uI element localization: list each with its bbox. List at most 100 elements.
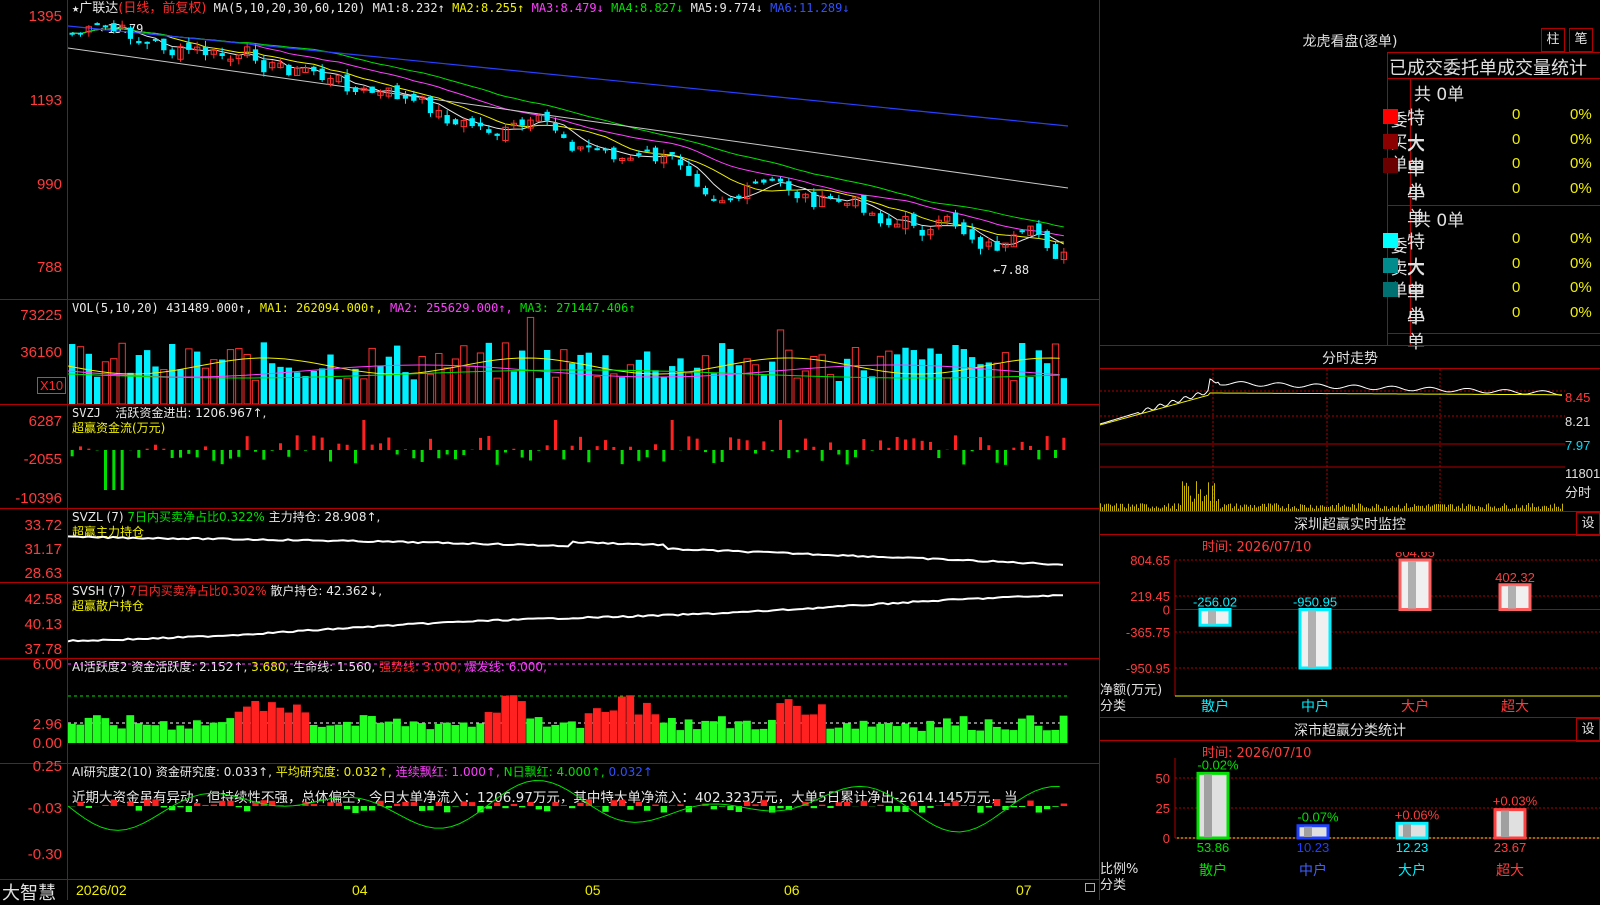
monitor-panel[interactable]: 深圳超赢实时监控 设 时间: 2026/07/10 净额(万元) 分类 804.… xyxy=(1100,512,1600,717)
tick-mode-button[interactable]: 笔 xyxy=(1569,28,1593,52)
svzl-panel[interactable]: SVZL (7) 7日内买卖净占比0.322% 主力持仓: 28.908↑, 超… xyxy=(0,509,1099,582)
vol-bar xyxy=(836,381,842,404)
vol-bar xyxy=(269,363,275,404)
ai-active-bar xyxy=(585,713,593,743)
ai-active-bar xyxy=(651,714,659,743)
sell-row-count: 0 xyxy=(1512,279,1520,296)
vol-bar xyxy=(77,347,83,404)
svsh-chart[interactable] xyxy=(68,583,1099,658)
intraday-vol-max: 11801 xyxy=(1565,466,1600,481)
intraday-panel[interactable]: 分时走势 8.45 8.21 7.97 11801 分时 xyxy=(1100,346,1600,511)
svzj-bar xyxy=(1004,450,1007,465)
svzj-bar xyxy=(979,437,982,450)
lock-icon[interactable] xyxy=(1085,883,1095,892)
svzl-chart[interactable] xyxy=(68,509,1099,582)
svzj-chart[interactable] xyxy=(68,405,1099,508)
candle-body xyxy=(736,196,741,199)
ai-active-panel[interactable]: AI活跃度2 资金活跃度: 2.152↑, 3.680, 生命线: 1.560,… xyxy=(0,659,1099,763)
candle-body xyxy=(786,181,791,190)
ai-active-bar xyxy=(593,708,601,743)
vol-bar xyxy=(652,370,658,404)
ai-active-bar xyxy=(126,715,134,743)
ai-active-bar xyxy=(451,725,459,743)
svzj-bar xyxy=(179,450,182,458)
monitor-axis-label: -365.75 xyxy=(1126,625,1170,640)
classify-panel[interactable]: 深市超赢分类统计 设 时间: 2026/07/10 比例% 分类 7550250… xyxy=(1100,718,1600,900)
candlestick-chart[interactable] xyxy=(68,18,1099,299)
vol-bar xyxy=(969,357,975,404)
date-axis-label: 04 xyxy=(352,882,368,898)
ai-active-chart[interactable] xyxy=(68,659,1099,763)
ai-active-bar xyxy=(918,731,926,743)
intraday-vol-bar xyxy=(1352,504,1353,511)
ai-active-bar xyxy=(835,728,843,743)
vol-bar xyxy=(694,368,700,404)
ai-active-bar xyxy=(226,718,234,743)
intraday-vol-bar xyxy=(1108,504,1109,511)
period-label: (日线，前复权) xyxy=(118,1,206,16)
intraday-chart[interactable] xyxy=(1100,369,1565,511)
candle-body xyxy=(370,87,375,93)
volume-chart[interactable] xyxy=(68,316,1099,404)
intraday-vol-bar xyxy=(1488,503,1489,511)
bar-mode-button[interactable]: 柱 xyxy=(1541,28,1565,52)
research-bar xyxy=(369,806,375,811)
vol-bar xyxy=(369,348,375,404)
svsh-panel[interactable]: SVSH (7) 7日内买卖净占比0.302% 散户持仓: 42.362↓, 超… xyxy=(0,583,1099,658)
monitor-category-label: 超大 xyxy=(1501,698,1529,714)
research-bar xyxy=(894,806,900,812)
research-bar xyxy=(1061,804,1067,806)
classify-chart[interactable]: 7550250-0.02%53.86散户-0.07%10.23中户+0.06%1… xyxy=(1100,758,1600,900)
intraday-vol-bar xyxy=(1532,503,1533,511)
research-bar xyxy=(669,805,675,806)
svzj-bar xyxy=(71,450,74,456)
svzj-bar xyxy=(329,450,332,461)
intraday-vol-bar xyxy=(1554,504,1555,511)
intraday-vol-bar xyxy=(1144,504,1145,511)
monitor-settings-button[interactable]: 设 xyxy=(1576,512,1600,536)
lhb-panel[interactable]: 龙虎看盘(逐单) 柱 笔 已成交委托单成交量统计 委买单 委卖单 共 0单 共 … xyxy=(1100,0,1600,345)
ai-research-chart[interactable] xyxy=(68,764,1099,879)
research-bar xyxy=(386,806,392,808)
svzj-panel[interactable]: SVZJ 活跃资金进出: 1206.967↑, 超赢资金流(万元) 6287 -… xyxy=(0,405,1099,508)
svzj-bar xyxy=(987,445,990,450)
research-bar xyxy=(186,806,192,812)
ai-active-bar xyxy=(301,712,309,743)
price-axis-label: 1395 xyxy=(0,8,62,25)
price-axis-label: 990 xyxy=(0,176,62,193)
classify-bar-shade xyxy=(1501,811,1509,837)
research-bar xyxy=(419,806,425,811)
ai-active-bar xyxy=(510,695,518,743)
svzj-bar xyxy=(487,436,490,450)
svzj-bar xyxy=(237,450,240,457)
intraday-vol-bar xyxy=(1218,499,1219,511)
ma4-label: MA4: xyxy=(611,1,640,15)
candle-body xyxy=(320,69,325,80)
svzl-axis-label: 33.72 xyxy=(0,517,62,534)
vol-bar xyxy=(552,377,558,404)
svzj-bar xyxy=(971,450,974,451)
svzj-bar xyxy=(146,449,149,450)
intraday-vol-bar xyxy=(1146,504,1147,511)
svzj-bar xyxy=(729,437,732,450)
svzj-bar xyxy=(812,447,815,450)
candle-body xyxy=(695,174,700,187)
svzj-bar xyxy=(187,450,190,454)
price-panel[interactable]: ★广联达(日线，前复权) MA(5,10,20,30,60,120) MA1:8… xyxy=(0,0,1099,299)
ai-research-panel[interactable]: AI研究度2(10) 资金研究度: 0.033↑, 平均研究度: 0.032↑,… xyxy=(0,764,1099,879)
research-bar xyxy=(452,806,458,807)
research-bar xyxy=(719,806,725,807)
vol-bar xyxy=(86,354,92,404)
volume-panel[interactable]: VOL(5,10,20) 431489.000↑, MA1: 262094.00… xyxy=(0,300,1099,404)
brand-label[interactable]: 大智慧 xyxy=(2,879,56,905)
intraday-vol-bar xyxy=(1104,504,1105,511)
monitor-chart[interactable]: 804.65219.450-365.75-950.95-256.02散户-950… xyxy=(1100,552,1600,717)
classify-bar-shade xyxy=(1304,827,1312,837)
svzj-bar xyxy=(387,438,390,450)
svzj-bar xyxy=(996,450,999,463)
research-bar xyxy=(336,803,342,806)
ai-active-bar xyxy=(368,716,376,743)
candle-body xyxy=(203,47,208,55)
classify-settings-button[interactable]: 设 xyxy=(1576,718,1600,742)
classify-category-label: 超大 xyxy=(1496,862,1524,878)
